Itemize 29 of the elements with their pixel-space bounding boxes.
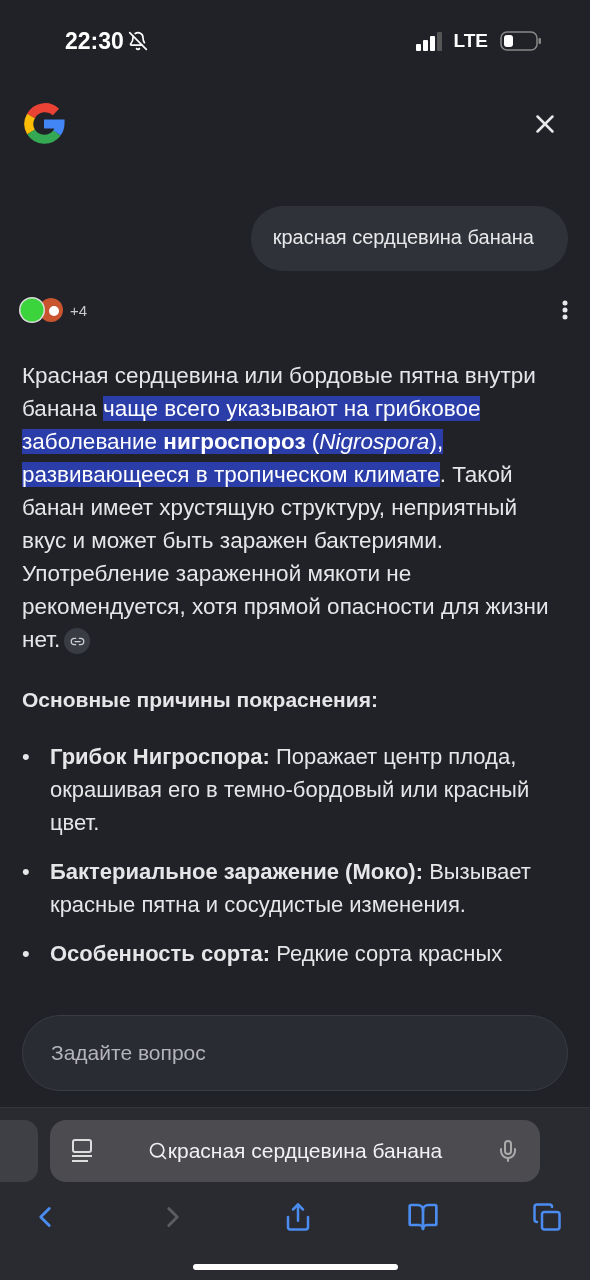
network-label: LTE (453, 30, 488, 52)
source-avatars-icon (18, 295, 66, 325)
bullet-marker: • (22, 858, 31, 886)
source-count: +4 (70, 301, 88, 319)
clock-time: 22:30 (65, 27, 124, 55)
bullet-marker: • (22, 743, 31, 771)
tabs-icon (532, 1202, 562, 1232)
bullet-text: Грибок Нигроспора: Поражает центр плода, окрашивая его в темно-бордовый или красный цвет. (50, 743, 531, 837)
address-text: красная сердцевина банана (167, 1139, 443, 1163)
battery-icon (500, 30, 542, 52)
more-icon (562, 300, 568, 320)
tabs-button[interactable] (532, 1202, 562, 1232)
section-heading: Основные причины покраснения: (22, 687, 379, 713)
address-bar[interactable]: красная сердцевина банана (50, 1120, 540, 1182)
answer-paragraph: Красная сердцевина или бордовые пятна внутри банана чаще всего указывают на грибковое заболевание нигроспороз (Nigrospora), развивающееся в тропическом климате. Такой банан имеет хрустящую структуру, неприятный вкус и может быть заражен бактериями. Употребление зараженной мякоти не рекомендуется, хотя прямой опасности для жизни нет. (22, 359, 554, 656)
signal-icon (415, 31, 444, 51)
reader-icon (70, 1138, 94, 1164)
book-icon (406, 1201, 439, 1233)
bell-muted-icon (127, 31, 148, 51)
search-icon (147, 1141, 168, 1161)
question-field[interactable]: Задайте вопрос (22, 1015, 568, 1091)
link-button[interactable] (64, 628, 91, 655)
bullet-text: Бактериальное заражение (Моко): Вызывает красные пятна и сосудистые изменения. (50, 858, 532, 919)
more-button[interactable] (562, 300, 568, 320)
bookmarks-button[interactable] (406, 1201, 439, 1233)
google-logo-icon (22, 102, 66, 146)
query-bubble: красная сердцевина банана (250, 206, 568, 271)
bullet-text: Особенность сорта: Редкие сорта красных (50, 940, 504, 968)
bullet-marker: • (22, 940, 31, 968)
